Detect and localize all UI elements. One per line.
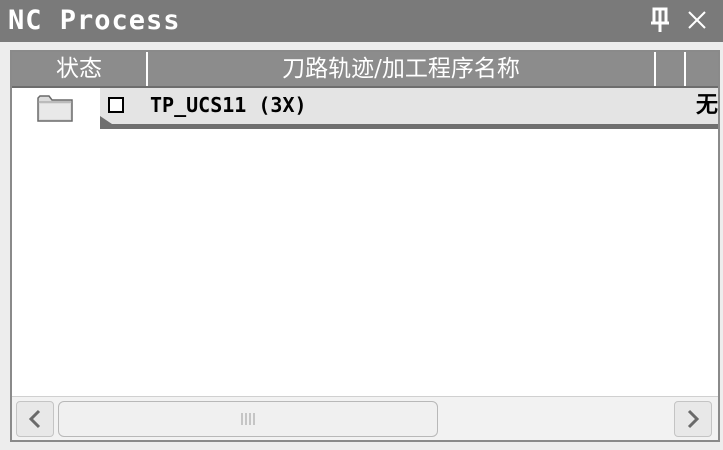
row-extra-value: 无 bbox=[696, 92, 718, 118]
column-header-extra-1[interactable] bbox=[656, 52, 686, 86]
folder-icon bbox=[37, 95, 73, 122]
chevron-left-icon bbox=[28, 409, 41, 429]
table-row[interactable]: TP_UCS11 (3X) 无 bbox=[12, 88, 718, 129]
scroll-thumb[interactable] bbox=[58, 401, 438, 437]
column-header-extra-2[interactable] bbox=[686, 52, 718, 86]
horizontal-scrollbar[interactable] bbox=[12, 396, 718, 440]
scroll-left-button[interactable] bbox=[16, 401, 54, 437]
row-checkbox[interactable] bbox=[108, 97, 124, 113]
column-header-status[interactable]: 状态 bbox=[12, 52, 148, 86]
list-header: 状态 刀路轨迹/加工程序名称 bbox=[12, 52, 718, 88]
scroll-right-button[interactable] bbox=[674, 401, 712, 437]
title-bar[interactable]: NC Process bbox=[0, 0, 723, 42]
process-list[interactable]: 状态 刀路轨迹/加工程序名称 TP_UCS11 (3X) 无 bbox=[10, 50, 720, 442]
close-icon bbox=[688, 11, 706, 29]
pin-button[interactable] bbox=[646, 6, 674, 34]
row-corner-mark bbox=[100, 116, 112, 124]
row-program-name: TP_UCS11 (3X) bbox=[150, 93, 307, 117]
close-button[interactable] bbox=[683, 6, 711, 34]
pin-icon bbox=[651, 7, 669, 32]
chevron-right-icon bbox=[687, 409, 700, 429]
panel-title: NC Process bbox=[8, 5, 181, 36]
column-header-name[interactable]: 刀路轨迹/加工程序名称 bbox=[148, 52, 656, 86]
nc-process-panel: NC Process 状态 刀路轨迹/加工程序名称 TP_UCS11 (3X) … bbox=[0, 0, 723, 450]
grip-icon bbox=[241, 413, 255, 425]
